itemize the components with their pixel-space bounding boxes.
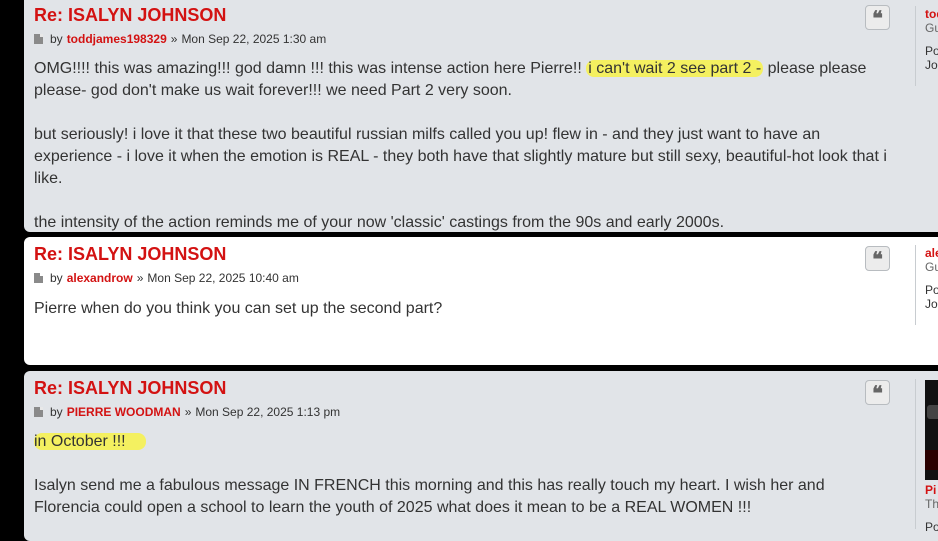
quote-icon: ❝ [872, 246, 883, 271]
profile-posts: Po [925, 520, 938, 534]
by-label: by [50, 405, 63, 419]
quote-icon: ❝ [872, 5, 883, 30]
author-link[interactable]: toddjames198329 [67, 32, 167, 46]
post-meta: by alexandrow » Mon Sep 22, 2025 10:40 a… [34, 271, 299, 285]
profile-divider [915, 6, 916, 86]
post-profile: tod Gu Po Jo [925, 7, 938, 72]
quote-button[interactable]: ❝ [865, 380, 890, 405]
separator: » [184, 405, 192, 419]
post-file-icon[interactable] [34, 34, 43, 44]
highlighted-text: i can't wait 2 see part 2 - [586, 60, 764, 77]
post-2: Re: ISALYN JOHNSON by alexandrow » Mon S… [24, 237, 938, 365]
quote-icon: ❝ [872, 380, 883, 405]
avatar[interactable] [925, 380, 938, 480]
profile-posts: Po [925, 44, 938, 58]
quote-button[interactable]: ❝ [865, 5, 890, 30]
post-3: Re: ISALYN JOHNSON by PIERRE WOODMAN » M… [24, 371, 938, 541]
profile-joined: Jo [925, 297, 938, 311]
post-date: Mon Sep 22, 2025 1:13 pm [195, 405, 341, 419]
post-paragraph: Isalyn send me a fabulous message IN FRE… [34, 477, 825, 516]
post-1: Re: ISALYN JOHNSON by toddjames198329 » … [24, 0, 938, 232]
post-file-icon[interactable] [34, 273, 43, 283]
profile-rank: Gu [925, 260, 938, 274]
separator: » [136, 271, 144, 285]
separator: » [170, 32, 178, 46]
profile-username[interactable]: tod [925, 7, 938, 21]
profile-username[interactable]: Pi [925, 483, 938, 497]
author-link[interactable]: alexandrow [67, 271, 133, 285]
post-meta: by toddjames198329 » Mon Sep 22, 2025 1:… [34, 32, 326, 46]
post-profile: ale Gu Po Jo [925, 246, 938, 311]
post-title[interactable]: Re: ISALYN JOHNSON [34, 244, 226, 265]
post-paragraph: but seriously! i love it that these two … [34, 126, 887, 187]
by-label: by [50, 32, 63, 46]
profile-joined: Jo [925, 58, 938, 72]
post-date: Mon Sep 22, 2025 10:40 am [147, 271, 299, 285]
by-label: by [50, 271, 63, 285]
quote-button[interactable]: ❝ [865, 246, 890, 271]
post-paragraph: the intensity of the action reminds me o… [34, 214, 725, 231]
profile-divider [915, 379, 916, 529]
post-content: Pierre when do you think you can set up … [34, 298, 894, 320]
post-title[interactable]: Re: ISALYN JOHNSON [34, 5, 226, 26]
post-content: OMG!!!! this was amazing!!! god damn !!!… [34, 58, 894, 234]
post-file-icon[interactable] [34, 407, 43, 417]
author-link[interactable]: PIERRE WOODMAN [67, 405, 181, 419]
post-meta: by PIERRE WOODMAN » Mon Sep 22, 2025 1:1… [34, 405, 340, 419]
profile-username[interactable]: ale [925, 246, 938, 260]
post-paragraph: OMG!!!! this was amazing!!! god damn !!!… [34, 58, 894, 102]
post-profile: Pi Th Po [925, 483, 938, 534]
profile-rank: Gu [925, 21, 938, 35]
highlighted-text: in October !!! [34, 433, 146, 450]
post-content: in October !!! Isalyn send me a fabulous… [34, 431, 894, 519]
text-segment: OMG!!!! this was amazing!!! god damn !!!… [34, 60, 582, 77]
profile-rank: Th [925, 497, 938, 511]
post-paragraph: Pierre when do you think you can set up … [34, 300, 443, 317]
post-title[interactable]: Re: ISALYN JOHNSON [34, 378, 226, 399]
profile-divider [915, 245, 916, 325]
post-paragraph: in October !!! [34, 431, 894, 453]
post-date: Mon Sep 22, 2025 1:30 am [181, 32, 327, 46]
profile-posts: Po [925, 283, 938, 297]
